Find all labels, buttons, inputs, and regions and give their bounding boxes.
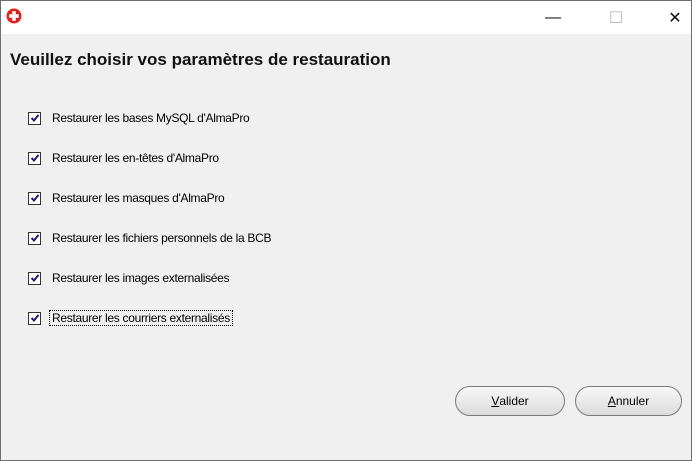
option-label: Restaurer les fichiers personnels de la … (52, 231, 272, 245)
maximize-button[interactable]: ☐ (593, 1, 639, 34)
checkbox[interactable] (28, 311, 41, 325)
checkbox[interactable] (28, 231, 41, 245)
checkbox[interactable] (28, 111, 41, 125)
option-headers[interactable]: Restaurer les en-têtes d'AlmaPro (28, 149, 221, 167)
option-label: Restaurer les masques d'AlmaPro (52, 191, 225, 205)
cancel-button[interactable]: Annuler (575, 386, 682, 416)
option-bcb-personal-files[interactable]: Restaurer les fichiers personnels de la … (28, 229, 273, 247)
checkmark-icon (30, 154, 39, 162)
checkmark-icon (30, 114, 39, 122)
option-external-mail[interactable]: Restaurer les courriers externalisés (28, 309, 233, 327)
red-cross-icon (6, 8, 22, 24)
restore-dialog: — ☐ ✕ Veuillez choisir vos paramètres de… (0, 0, 692, 461)
option-mysql-databases[interactable]: Restaurer les bases MySQL d'AlmaPro (28, 109, 251, 127)
minimize-icon: — (545, 8, 561, 26)
close-icon: ✕ (668, 9, 682, 27)
checkbox[interactable] (28, 271, 41, 285)
validate-mnemonic: V (491, 394, 500, 408)
option-label: Restaurer les images externalisées (52, 271, 230, 285)
maximize-icon: ☐ (608, 9, 624, 27)
option-label: Restaurer les en-têtes d'AlmaPro (52, 151, 219, 165)
checkmark-icon (30, 274, 39, 282)
checkmark-icon (30, 194, 39, 202)
title-bar: — ☐ ✕ (1, 1, 691, 34)
page-title: Veuillez choisir vos paramètres de resta… (10, 50, 391, 69)
checkbox[interactable] (28, 151, 41, 165)
option-masks[interactable]: Restaurer les masques d'AlmaPro (28, 189, 226, 207)
option-label: Restaurer les courriers externalisés (49, 310, 233, 326)
validate-button[interactable]: Valider (455, 386, 565, 416)
minimize-button[interactable]: — (530, 1, 576, 34)
validate-label: alider (499, 394, 529, 408)
cancel-label: nnuler (615, 394, 650, 408)
close-button[interactable]: ✕ (652, 1, 692, 34)
option-label: Restaurer les bases MySQL d'AlmaPro (52, 111, 250, 125)
checkmark-icon (30, 314, 39, 322)
checkmark-icon (30, 234, 39, 242)
option-external-images[interactable]: Restaurer les images externalisées (28, 269, 231, 287)
checkbox[interactable] (28, 191, 41, 205)
cancel-mnemonic: A (607, 394, 616, 408)
